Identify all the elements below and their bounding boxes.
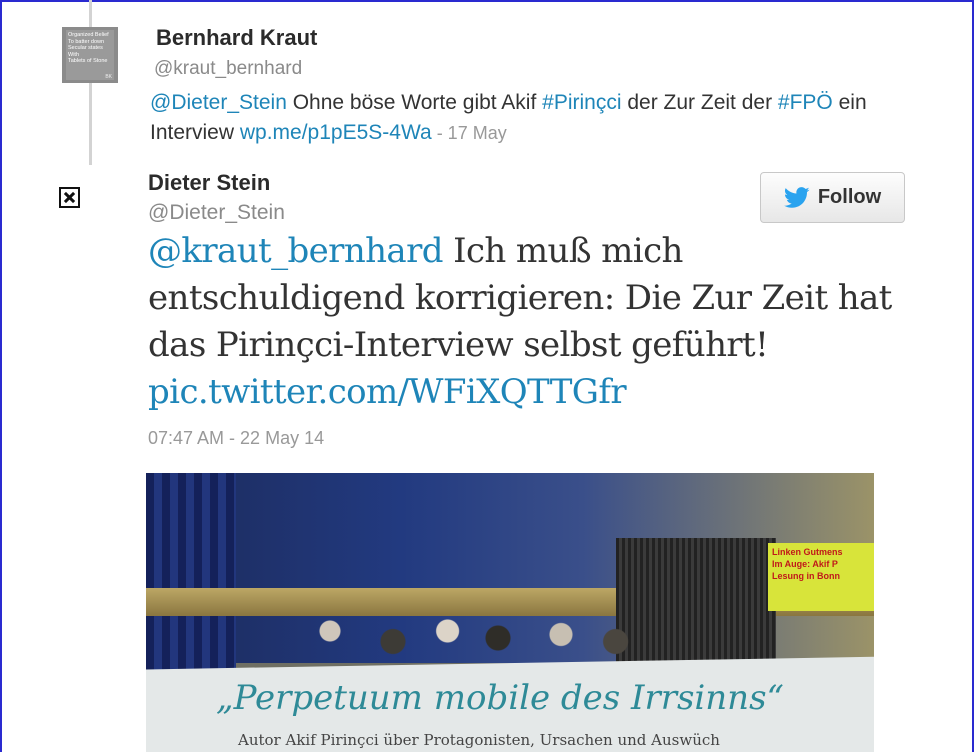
follow-label: Follow	[817, 186, 882, 208]
tweet-text: @kraut_bernhard Ich muß mich entschuldig…	[148, 228, 928, 416]
broken-image-icon	[59, 187, 80, 208]
author-name[interactable]: Dieter Stein	[148, 170, 270, 196]
reply-tweet-text: @Dieter_Stein Ohne böse Worte gibt Akif …	[150, 88, 910, 148]
twitter-bird-icon	[783, 186, 810, 208]
newspaper-headline: „Perpetuum mobile des Irrsinns“	[216, 678, 784, 718]
reply-author-handle[interactable]: @kraut_bernhard	[154, 58, 302, 80]
follow-button[interactable]: Follow	[760, 172, 905, 223]
hashtag-link[interactable]: #FPÖ	[778, 91, 833, 114]
tweet-photo[interactable]: Linken Gutmens Im Auge: Akif P Lesung in…	[146, 473, 874, 752]
reply-author-name[interactable]: Bernhard Kraut	[156, 25, 317, 51]
newspaper-subline: Autor Akif Pirinçci über Protagonisten, …	[238, 731, 720, 749]
caption-line: Lesung in Bonn	[772, 571, 840, 581]
stage-curtain	[146, 473, 236, 673]
reply-date[interactable]: - 17 May	[432, 123, 507, 143]
tweet-text-segment: Ohne böse Worte gibt Akif	[286, 91, 543, 114]
caption-line: Im Auge: Akif P	[772, 559, 838, 569]
pic-link[interactable]: pic.twitter.com/WFiXQTTGfr	[148, 372, 627, 412]
author-handle[interactable]: @Dieter_Stein	[148, 201, 285, 225]
avatar-line: Organized Belief	[68, 32, 109, 38]
caption-line: Linken Gutmens	[772, 547, 843, 557]
url-link[interactable]: wp.me/p1pE5S-4Wa	[240, 121, 432, 144]
avatar[interactable]: Organized Belief To batter down Secular …	[62, 27, 118, 83]
tweet-text-segment: der Zur Zeit der	[621, 91, 778, 114]
avatar-line: Tablets of Stone	[68, 58, 108, 64]
hashtag-link[interactable]: #Pirinçci	[542, 91, 621, 114]
mention-link[interactable]: @kraut_bernhard	[148, 231, 444, 271]
avatar-initials: BK	[105, 73, 112, 80]
avatar-text: Organized Belief To batter down Secular …	[66, 30, 114, 80]
mention-link[interactable]: @Dieter_Stein	[150, 91, 287, 114]
photo-caption: Linken Gutmens Im Auge: Akif P Lesung in…	[768, 543, 874, 611]
tweet-timestamp[interactable]: 07:47 AM - 22 May 14	[148, 428, 324, 449]
